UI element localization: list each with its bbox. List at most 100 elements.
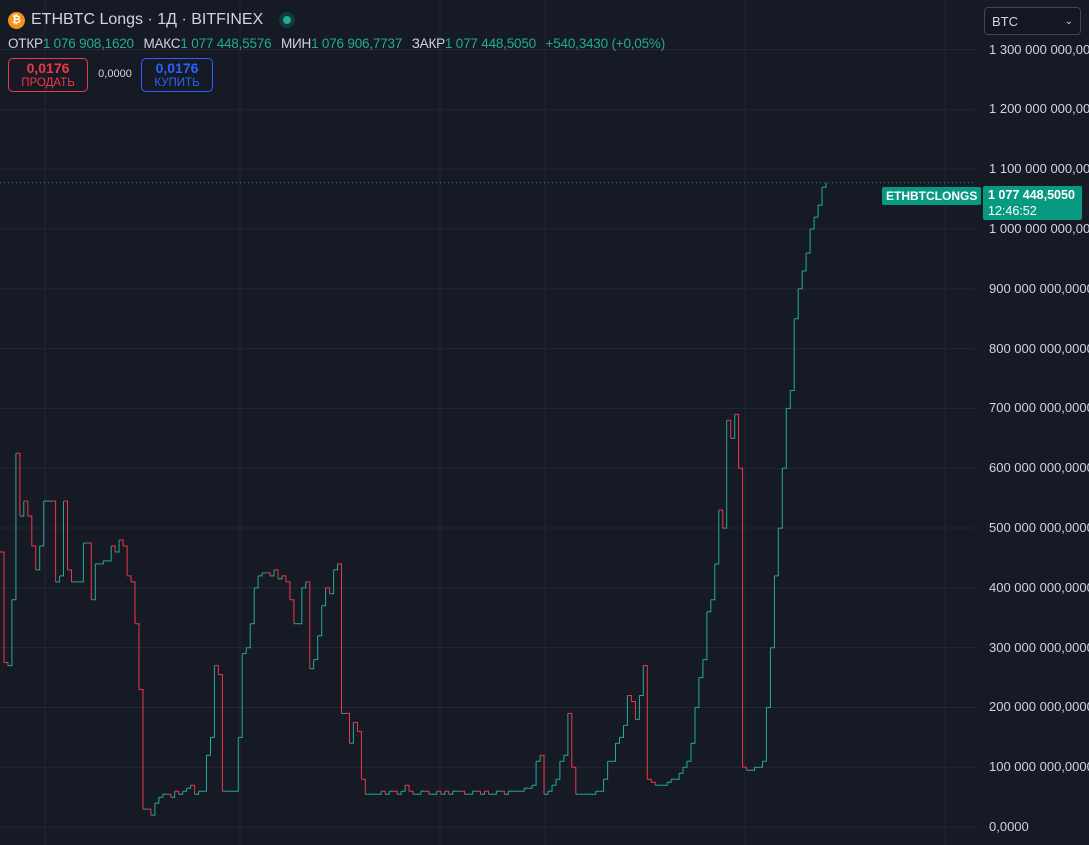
series-segment <box>115 540 120 553</box>
series-segment <box>270 569 275 577</box>
series-segment <box>667 779 672 783</box>
y-tick-label: 100 000 000,0000 <box>989 759 1089 775</box>
series-segment <box>675 773 680 780</box>
series-segment <box>639 665 644 696</box>
series-segment <box>702 611 708 661</box>
series-segment <box>762 707 767 762</box>
series-segment <box>401 785 406 792</box>
series-segment <box>59 501 64 577</box>
series-segment <box>123 545 128 576</box>
series-segment <box>627 695 632 702</box>
series-segment <box>317 605 323 637</box>
y-tick-label: 600 000 000,0000 <box>989 460 1089 476</box>
currency-select[interactable]: BTC ⌄ <box>984 7 1081 35</box>
series-segment <box>591 791 597 795</box>
series-segment <box>818 187 823 206</box>
series-segment <box>687 743 692 762</box>
series-segment <box>599 779 605 792</box>
series-segment <box>790 318 795 391</box>
series-segment <box>254 575 259 589</box>
series-segment <box>567 712 573 768</box>
series-segment <box>500 790 505 795</box>
series-segment <box>432 791 438 795</box>
sell-button[interactable]: 0,0176 ПРОДАТЬ <box>8 58 88 92</box>
series-segment <box>647 778 652 783</box>
change-value: +540,3430 (+0,05%) <box>545 36 666 51</box>
series-segment <box>333 563 338 571</box>
series-segment <box>107 546 112 562</box>
series-segment <box>210 665 215 738</box>
series-segment <box>250 587 255 625</box>
y-tick-label: 800 000 000,0000 <box>989 340 1089 356</box>
series-segment <box>309 659 315 670</box>
market-status-icon[interactable] <box>279 12 296 28</box>
series-segment <box>361 778 366 795</box>
series-segment <box>289 599 295 624</box>
price-chart[interactable] <box>0 0 975 845</box>
series-segment <box>4 662 9 666</box>
spread-value: 0,0000 <box>98 68 132 80</box>
series-segment <box>802 253 807 272</box>
symbol-price-tag: ETHBTCLONGS <box>882 187 982 205</box>
series-segment <box>206 737 211 756</box>
series-segment <box>111 545 116 552</box>
series-segment <box>559 755 565 762</box>
series-segment <box>15 452 21 517</box>
series-segment <box>174 790 180 795</box>
y-tick-label: 200 000 000,0000 <box>989 699 1089 715</box>
series-segment <box>31 545 37 570</box>
series-segment <box>51 500 57 582</box>
series-segment <box>242 647 247 655</box>
series-segment <box>0 551 5 663</box>
series-segment <box>325 587 331 594</box>
series-segment <box>552 779 557 786</box>
series-segment <box>285 581 291 600</box>
series-line <box>0 182 827 816</box>
series-segment <box>79 543 84 583</box>
symbol-title: ETHBTC Longs · 1Д · BITFINEX <box>31 11 264 28</box>
series-segment <box>190 784 196 795</box>
series-segment <box>417 791 422 795</box>
series-segment <box>468 791 474 795</box>
series-segment <box>39 501 45 547</box>
series-segment <box>182 788 188 792</box>
series-segment <box>409 790 414 795</box>
series-segment <box>297 587 303 625</box>
close-value: 1 077 448,5050 <box>444 36 536 51</box>
series-segment <box>166 793 172 798</box>
series-segment <box>651 781 656 786</box>
series-segment <box>822 182 827 188</box>
series-segment <box>11 453 17 601</box>
buy-label: КУПИТЬ <box>154 77 200 89</box>
sell-price: 0,0176 <box>26 60 70 76</box>
series-segment <box>492 791 497 795</box>
series-segment <box>440 791 446 795</box>
last-price-tag: 1 077 448,5050 12:46:52 <box>983 186 1082 220</box>
series-segment <box>679 767 684 774</box>
open-value: 1 076 908,1620 <box>42 36 134 51</box>
symbol-header[interactable]: ₿ ETHBTC Longs · 1Д · BITFINEX <box>8 9 296 31</box>
series-segment <box>663 782 668 786</box>
series-segment <box>623 695 628 726</box>
y-tick-label: 1 100 000 000,0000 <box>989 161 1089 177</box>
buy-button[interactable]: 0,0176 КУПИТЬ <box>141 58 213 92</box>
series-segment <box>778 468 783 529</box>
series-segment <box>127 575 132 582</box>
series-segment <box>774 528 779 577</box>
open-label: ОТКР <box>8 36 43 51</box>
series-segment <box>691 707 696 744</box>
y-tick-label: 400 000 000,0000 <box>989 579 1089 595</box>
series-segment <box>246 623 251 649</box>
series-segment <box>571 766 577 795</box>
series-segment <box>353 721 358 732</box>
ohlc-legend: ОТКР1 076 908,1620 МАКС1 077 448,5576 МИ… <box>8 36 671 51</box>
series-segment <box>794 288 799 320</box>
series-segment <box>234 737 239 792</box>
series-segment <box>444 790 450 795</box>
series-segment <box>631 701 636 720</box>
series-segment <box>683 761 688 768</box>
y-tick-label: 500 000 000,0000 <box>989 520 1089 536</box>
series-segment <box>810 217 815 230</box>
y-tick-label: 1 000 000 000,0000 <box>989 221 1089 237</box>
chevron-down-icon: ⌄ <box>1064 15 1073 27</box>
